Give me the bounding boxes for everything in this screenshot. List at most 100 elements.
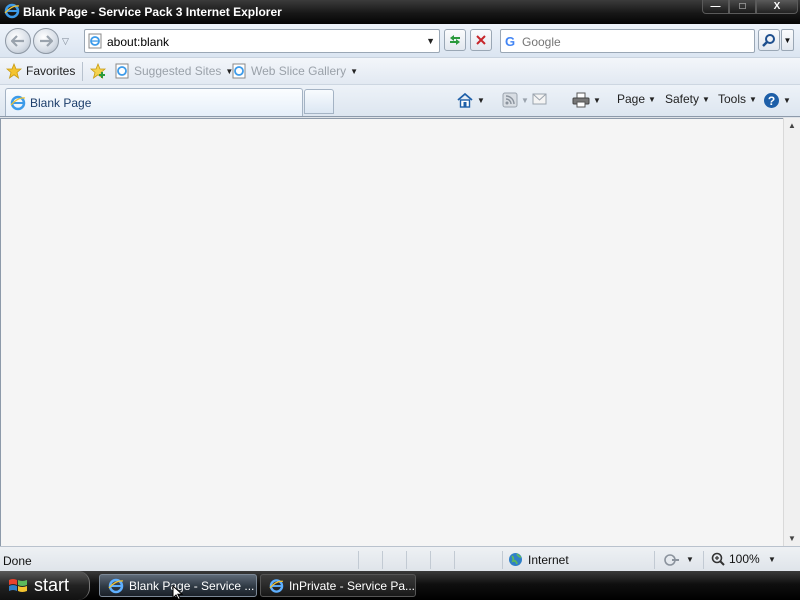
favorites-button[interactable]: Favorites [6, 63, 75, 79]
home-button[interactable]: ▼ [456, 92, 485, 108]
page-icon [232, 63, 246, 79]
taskbar: start Blank Page - Service ... InPrivate… [0, 571, 800, 600]
home-icon [457, 92, 473, 108]
chevron-down-icon[interactable]: ▼ [768, 555, 776, 564]
search-options-dropdown[interactable]: ▼ [781, 29, 794, 51]
feeds-button[interactable]: ▼ [502, 92, 529, 108]
security-zone[interactable]: Internet [508, 552, 569, 567]
scroll-up-icon[interactable]: ▲ [788, 121, 796, 130]
protected-mode-icon[interactable] [664, 553, 680, 570]
favorites-label: Favorites [26, 64, 76, 78]
chevron-down-icon: ▼ [749, 94, 757, 104]
svg-text:?: ? [768, 94, 775, 108]
tools-menu-button[interactable]: Tools ▼ [718, 92, 757, 106]
chevron-down-icon: ▼ [477, 95, 485, 105]
google-icon: G [505, 34, 516, 49]
status-divider [382, 551, 383, 569]
page-menu-label: Page [617, 92, 646, 106]
tools-menu-label: Tools [718, 92, 747, 106]
search-box[interactable]: G [500, 29, 755, 53]
chevron-down-icon[interactable]: ▼ [686, 555, 694, 564]
back-button[interactable] [5, 28, 31, 54]
chevron-down-icon: ▼ [593, 95, 601, 105]
suggested-sites-label: Suggested Sites [134, 64, 222, 78]
tab-row: Blank Page ▼ ▼ ▼ Page ▼ Safety ▼ Tools ▼… [0, 85, 800, 117]
safety-menu-label: Safety [665, 92, 700, 106]
zone-label: Internet [528, 552, 569, 567]
status-divider [406, 551, 407, 569]
start-label: start [34, 575, 70, 595]
star-icon [6, 63, 22, 79]
search-button[interactable] [758, 29, 780, 51]
window-controls: — □ X [702, 0, 798, 14]
page-icon [87, 33, 103, 52]
vertical-scrollbar[interactable]: ▲ ▼ [783, 118, 800, 546]
page-content-area[interactable] [0, 118, 783, 546]
tab-blank-page[interactable]: Blank Page [5, 88, 303, 116]
status-bar: Done Internet ▼ 100% ▼ [0, 546, 800, 571]
web-slice-gallery-button[interactable]: Web Slice Gallery ▼ [231, 63, 358, 79]
help-button[interactable]: ? ▼ [763, 92, 791, 109]
add-favorite-icon [89, 63, 107, 79]
refresh-button[interactable] [444, 29, 466, 51]
taskbar-item-label: Blank Page - Service ... [129, 578, 255, 593]
tab-label: Blank Page [30, 95, 92, 110]
forward-arrow-icon [40, 35, 53, 47]
status-divider [430, 551, 431, 569]
favorites-divider [82, 62, 83, 81]
chevron-down-icon: ▼ [350, 66, 359, 76]
forward-button[interactable] [33, 28, 59, 54]
refresh-icon [450, 35, 460, 45]
close-button[interactable]: X [756, 0, 798, 14]
scroll-down-icon[interactable]: ▼ [788, 534, 796, 543]
page-menu-button[interactable]: Page ▼ [617, 92, 656, 106]
zoom-icon [711, 552, 725, 566]
new-tab-button[interactable] [304, 89, 334, 114]
maximize-icon: □ [739, 1, 746, 12]
recent-pages-dropdown[interactable]: ▽ [62, 36, 69, 47]
address-dropdown[interactable]: ▼ [426, 36, 435, 46]
add-to-favorites-bar-button[interactable] [89, 63, 107, 79]
window-title: Blank Page - Service Pack 3 Internet Exp… [23, 5, 282, 19]
navigation-bar: ▽ about:blank ▼ G ▼ [0, 24, 800, 58]
status-divider [454, 551, 455, 569]
ie-logo-icon [269, 578, 284, 593]
close-icon: X [773, 1, 781, 12]
title-bar: Blank Page - Service Pack 3 Internet Exp… [0, 0, 800, 24]
chevron-down-icon: ▼ [702, 94, 710, 104]
minimize-button[interactable]: — [702, 0, 729, 14]
ie-logo-icon [108, 578, 124, 593]
chevron-down-icon: ▼ [521, 95, 529, 105]
stop-button[interactable] [470, 29, 492, 51]
globe-icon [509, 553, 522, 566]
chevron-down-icon: ▼ [783, 96, 791, 105]
favorites-bar: Favorites Suggested Sites ▼ Web Slice Ga… [0, 58, 800, 85]
status-text: Done [3, 554, 32, 568]
suggested-sites-button[interactable]: Suggested Sites ▼ [114, 63, 233, 79]
minimize-icon: — [710, 1, 721, 12]
zoom-control[interactable]: 100% [711, 552, 760, 566]
mouse-cursor-icon [172, 585, 183, 600]
status-divider [502, 551, 503, 569]
address-text[interactable]: about:blank [107, 35, 169, 49]
page-icon [115, 63, 129, 79]
mail-icon [532, 93, 547, 105]
windows-logo-icon [9, 578, 27, 592]
maximize-button[interactable]: □ [729, 0, 756, 14]
start-button[interactable]: start [0, 571, 90, 600]
chevron-down-icon: ▼ [783, 35, 792, 45]
read-mail-button[interactable] [530, 92, 548, 106]
ie-logo-icon [10, 95, 26, 110]
help-icon: ? [764, 93, 779, 108]
status-divider [703, 551, 704, 569]
print-button[interactable]: ▼ [572, 92, 601, 108]
address-bar[interactable]: about:blank ▼ [84, 29, 440, 53]
status-divider [358, 551, 359, 569]
search-input[interactable] [522, 34, 742, 50]
safety-menu-button[interactable]: Safety ▼ [665, 92, 710, 106]
back-arrow-icon [11, 35, 24, 47]
taskbar-item-inprivate[interactable]: InPrivate - Service Pa... [260, 574, 416, 597]
stop-icon [476, 35, 486, 45]
feeds-icon [502, 92, 518, 108]
ie-logo-icon [4, 3, 20, 22]
